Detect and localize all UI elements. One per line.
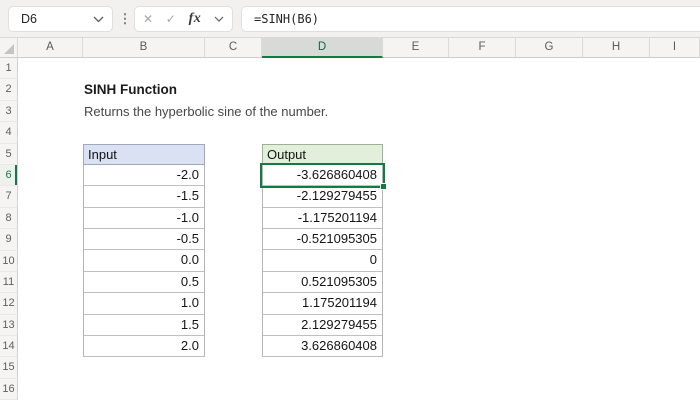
formula-input[interactable]: =SINH(B6) [241,6,700,32]
input-cell[interactable]: -1.0 [83,207,205,230]
input-cell[interactable]: 2.0 [83,336,205,358]
col-header-a[interactable]: A [18,38,83,57]
col-header-i[interactable]: I [650,38,700,57]
input-cell[interactable]: 0.0 [83,250,205,272]
row-headers: 1 2 3 4 5 6 7 8 9 10 11 12 13 14 15 16 [0,58,18,400]
col-header-h[interactable]: H [583,38,650,57]
row-header-10[interactable]: 10 [0,251,17,272]
output-cell[interactable]: 0 [262,250,383,272]
output-cell[interactable]: -0.521095305 [262,229,383,251]
input-cell[interactable]: -0.5 [83,229,205,251]
active-cell-selection [260,163,387,190]
col-header-f[interactable]: F [449,38,516,57]
fill-handle[interactable] [380,183,387,190]
input-cell[interactable]: -1.5 [83,186,205,208]
row-header-16[interactable]: 16 [0,379,17,400]
input-cell[interactable]: 1.0 [83,293,205,315]
formula-bar: D6 ⋮ ✕ ✓ fx =SINH(B6) [0,0,700,38]
formula-bar-more-icon[interactable]: ⋮ [118,0,132,38]
select-all-corner[interactable] [0,38,18,57]
cancel-icon[interactable]: ✕ [143,12,153,26]
col-header-e[interactable]: E [383,38,449,57]
row-header-4[interactable]: 4 [0,122,17,144]
name-box[interactable]: D6 [8,6,113,32]
name-box-value: D6 [21,12,37,26]
input-cell[interactable]: -2.0 [83,164,205,187]
corner-triangle-icon [4,44,14,54]
formula-actions: ✕ ✓ fx [134,6,233,32]
input-header-cell[interactable]: Input [83,143,205,165]
output-cell[interactable]: 1.175201194 [262,293,383,315]
row-header-14[interactable]: 14 [0,336,17,358]
row-header-9[interactable]: 9 [0,229,17,251]
row-header-3[interactable]: 3 [0,101,17,123]
col-header-d[interactable]: D [262,38,383,58]
output-cell[interactable]: 2.129279455 [262,314,383,337]
output-cell[interactable]: -2.129279455 [262,186,383,208]
col-header-g[interactable]: G [516,38,583,57]
chevron-down-icon[interactable] [93,16,104,23]
row-header-11[interactable]: 11 [0,272,17,294]
row-header-5[interactable]: 5 [0,144,17,165]
chevron-down-icon[interactable] [214,16,224,22]
input-cell[interactable]: 0.5 [83,271,205,294]
row-header-12[interactable]: 12 [0,293,17,315]
column-headers: A B C D E F G H I [0,38,700,58]
col-header-b[interactable]: B [83,38,205,57]
col-header-c[interactable]: C [205,38,262,57]
sheet-title: SINH Function [84,82,177,97]
row-header-13[interactable]: 13 [0,315,17,337]
row-header-8[interactable]: 8 [0,208,17,230]
row-header-2[interactable]: 2 [0,79,17,101]
output-cell[interactable]: 3.626860408 [262,336,383,358]
sheet-subtitle: Returns the hyperbolic sine of the numbe… [84,104,329,119]
output-cell[interactable]: -1.175201194 [262,207,383,230]
insert-function-icon[interactable]: fx [189,11,202,27]
enter-icon[interactable]: ✓ [166,12,176,26]
input-cell[interactable]: 1.5 [83,314,205,337]
output-header-cell[interactable]: Output [262,143,383,165]
input-table: Input -2.0 -1.5 -1.0 -0.5 0.0 0.5 1.0 1.… [83,143,205,358]
row-header-7[interactable]: 7 [0,186,17,208]
row-header-1[interactable]: 1 [0,58,17,80]
row-header-6[interactable]: 6 [0,164,17,187]
row-header-15[interactable]: 15 [0,357,17,379]
output-cell[interactable]: 0.521095305 [262,271,383,294]
